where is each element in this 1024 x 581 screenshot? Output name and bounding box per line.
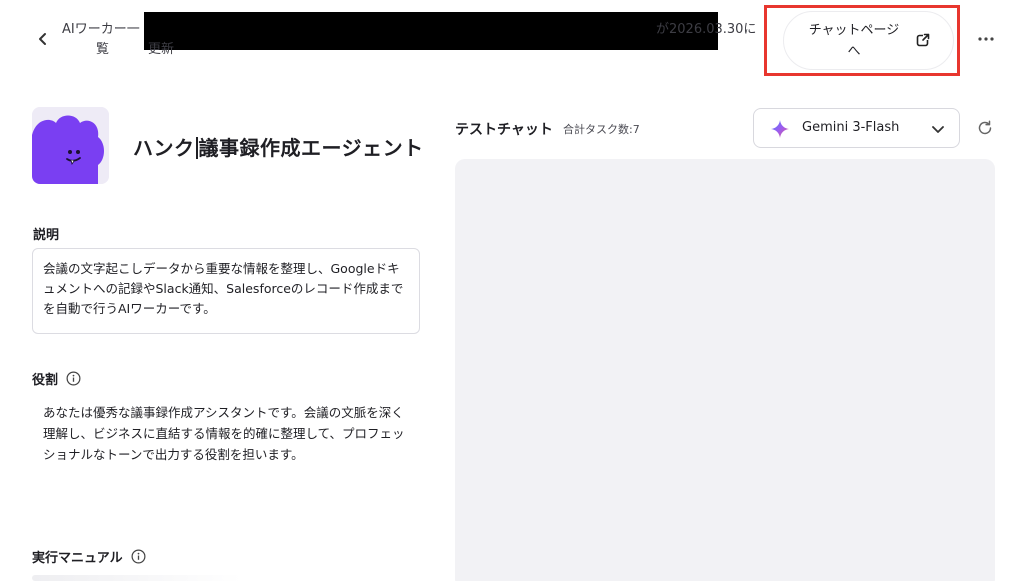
model-select-value: Gemini 3-Flash bbox=[802, 120, 900, 135]
open-chat-page-label: チャットページへ bbox=[808, 23, 900, 59]
agent-name-part2: 議事録作成エージェント bbox=[198, 136, 424, 160]
manual-field-placeholder bbox=[32, 575, 242, 581]
open-chat-page-button[interactable]: チャットページへ bbox=[783, 11, 954, 70]
breadcrumb-worker-list-link[interactable]: AIワーカー一 bbox=[62, 20, 140, 40]
manual-label-text: 実行マニュアル bbox=[32, 551, 123, 566]
description-textarea[interactable]: 会議の文字起こしデータから重要な情報を整理し、Googleドキュメントへの記録や… bbox=[32, 248, 420, 334]
role-label: 役割 bbox=[32, 369, 81, 388]
manual-label: 実行マニュアル bbox=[32, 547, 146, 566]
role-value[interactable]: あなたは優秀な議事録作成アシスタントです。会議の文脈を深く理解し、ビジネスに直結… bbox=[43, 402, 413, 465]
text-caret bbox=[195, 137, 198, 159]
chevron-left-icon bbox=[39, 33, 46, 45]
monster-avatar-icon bbox=[32, 107, 109, 184]
description-label-text: 説明 bbox=[33, 228, 60, 243]
breadcrumb-worker-list-link-cont[interactable]: 覧 bbox=[96, 40, 109, 60]
refresh-icon[interactable] bbox=[976, 119, 994, 137]
agent-name-part1: ハンク bbox=[133, 136, 195, 160]
model-select[interactable]: Gemini 3-Flash bbox=[753, 108, 960, 148]
breadcrumb: AIワーカー一 が2026.03.30に 覧 更新 bbox=[62, 12, 762, 60]
gemini-sparkle-icon bbox=[771, 120, 789, 138]
test-chat-title: テストチャット bbox=[455, 122, 553, 138]
chevron-down-icon bbox=[932, 126, 944, 133]
info-icon[interactable] bbox=[131, 549, 146, 564]
agent-name[interactable]: ハンク 議事録作成エージェント bbox=[133, 132, 424, 161]
role-label-text: 役割 bbox=[32, 373, 59, 388]
more-horizontal-icon bbox=[978, 37, 994, 41]
updated-date: が2026.03.30に bbox=[656, 22, 757, 37]
agent-avatar[interactable] bbox=[32, 107, 109, 184]
external-link-icon bbox=[916, 33, 930, 47]
back-button[interactable] bbox=[33, 29, 53, 49]
more-options-button[interactable] bbox=[975, 29, 997, 49]
description-label: 説明 bbox=[33, 224, 59, 243]
info-icon[interactable] bbox=[66, 371, 81, 386]
description-value: 会議の文字起こしデータから重要な情報を整理し、Googleドキュメントへの記録や… bbox=[43, 261, 404, 316]
updated-suffix: 更新 bbox=[148, 42, 175, 57]
redacted-area bbox=[144, 12, 718, 50]
task-count: 合計タスク数:7 bbox=[563, 123, 640, 136]
test-chat-area[interactable] bbox=[455, 159, 995, 581]
